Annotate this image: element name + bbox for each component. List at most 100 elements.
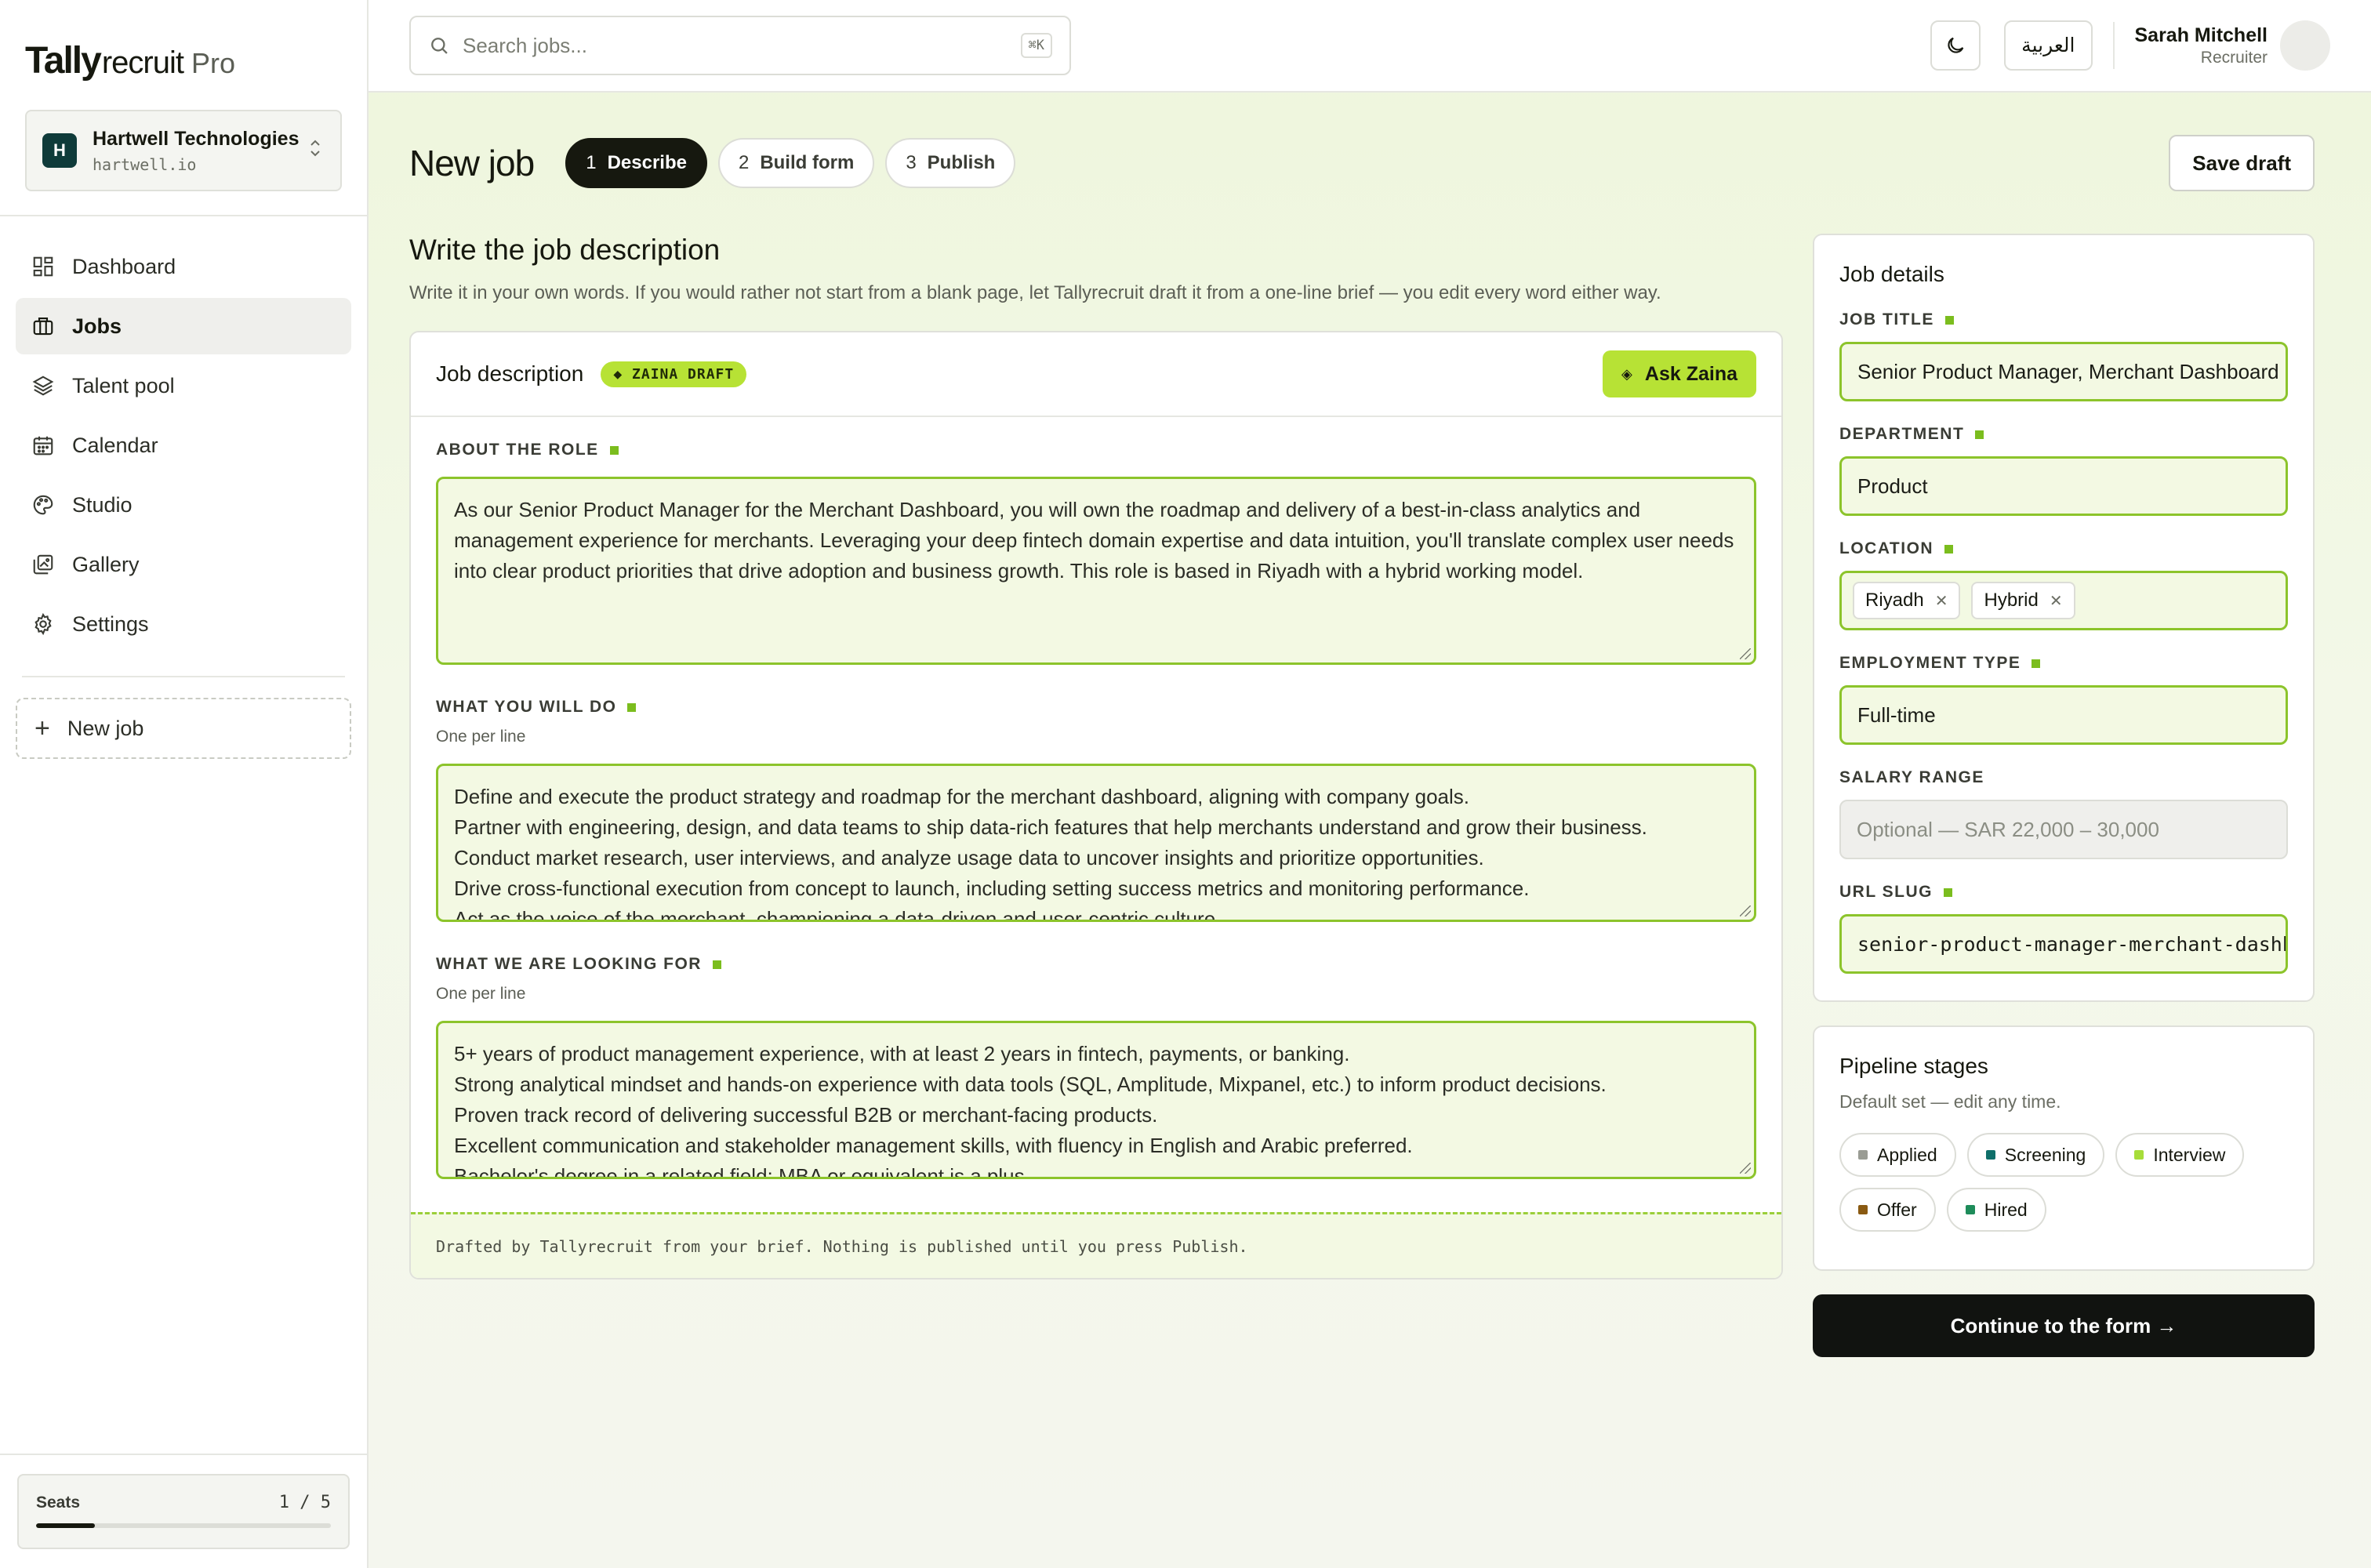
section-title: Write the job description — [409, 234, 721, 266]
sidebar-item-jobs[interactable]: Jobs — [16, 298, 351, 354]
about-role-textarea[interactable]: As our Senior Product Manager for the Me… — [436, 477, 1756, 665]
sidebar-item-label: Dashboard — [72, 254, 176, 278]
palette-icon — [33, 495, 53, 515]
ask-zaina-label: Ask Zaina — [1644, 362, 1737, 385]
gear-icon — [34, 612, 52, 636]
brand-name-part2: recruit — [101, 45, 184, 80]
what-you-will-do-label-text: WHAT YOU WILL DO — [436, 698, 617, 716]
stage-dot — [1858, 1205, 1868, 1214]
stage-chip-interview[interactable]: Interview — [2115, 1133, 2245, 1177]
sidebar-item-talent-pool[interactable]: Talent pool — [16, 358, 351, 414]
sidebar-item-settings[interactable]: Settings — [16, 596, 351, 652]
sidebar-item-label: Studio — [72, 492, 133, 517]
close-icon[interactable]: ✕ — [1935, 591, 1948, 611]
topbar-divider — [2112, 22, 2115, 69]
stage-label: Offer — [1877, 1199, 1917, 1220]
looking-for-label-text: WHAT WE ARE LOOKING FOR — [436, 955, 702, 973]
required-marker — [1975, 430, 1984, 439]
step-describe[interactable]: 1 Describe — [565, 138, 707, 188]
sidebar-item-gallery[interactable]: Gallery — [16, 536, 351, 593]
search-placeholder: Search jobs... — [463, 33, 587, 57]
salary-range-label-text: SALARY RANGE — [1839, 768, 1984, 786]
text-line: Act as the voice of the merchant, champi… — [454, 907, 1222, 922]
brand-logo[interactable]: Tally recruit Pro — [0, 0, 367, 105]
required-marker — [712, 960, 721, 969]
page-title: New job — [409, 143, 535, 183]
what-you-will-do-textarea[interactable]: Define and execute the product strategy … — [436, 764, 1756, 922]
location-chip: Riyadh ✕ — [1853, 582, 1961, 619]
user-info[interactable]: Sarah Mitchell Recruiter — [2135, 24, 2268, 67]
stage-label: Applied — [1877, 1144, 1937, 1165]
stage-label: Hired — [1984, 1199, 2028, 1220]
pipeline-title: Pipeline stages — [1839, 1054, 1988, 1078]
stage-label: Screening — [2004, 1144, 2086, 1165]
employment-type-label: EMPLOYMENT TYPE — [1839, 654, 2288, 673]
sidebar-item-label: Calendar — [72, 433, 158, 457]
search-input[interactable]: Search jobs... ⌘K — [409, 16, 1071, 75]
looking-for-textarea[interactable]: 5+ years of product management experienc… — [436, 1021, 1756, 1179]
moon-icon — [1948, 37, 1964, 53]
stage-dot — [1858, 1150, 1868, 1160]
text-line: Define and execute the product strategy … — [454, 785, 1470, 808]
language-button[interactable]: العربية — [2004, 20, 2093, 71]
save-draft-button[interactable]: Save draft — [2169, 135, 2315, 191]
sidebar-item-calendar[interactable]: Calendar — [16, 417, 351, 474]
ask-zaina-button[interactable]: ◈ Ask Zaina — [1603, 350, 1756, 397]
card-title: Job description — [436, 361, 584, 386]
salary-range-label: SALARY RANGE — [1839, 768, 2288, 787]
seats-section: Seats 1 / 5 — [0, 1454, 367, 1568]
required-marker — [1944, 544, 1954, 554]
stage-chip-offer[interactable]: Offer — [1839, 1188, 1936, 1232]
stage-chip-applied[interactable]: Applied — [1839, 1133, 1956, 1177]
zaina-draft-badge: ◆ ZAINA DRAFT — [601, 361, 747, 387]
resize-handle[interactable] — [1740, 906, 1751, 916]
new-job-button[interactable]: + New job — [16, 698, 351, 759]
theme-toggle-button[interactable] — [1930, 20, 1981, 71]
chevron-updown-icon — [306, 136, 325, 165]
stage-dot — [1965, 1205, 1975, 1214]
required-marker — [2032, 659, 2041, 668]
job-title-input[interactable]: Senior Product Manager, Merchant Dashboa… — [1839, 342, 2288, 401]
one-per-line-hint: One per line — [436, 985, 526, 1003]
required-marker — [1943, 887, 1952, 897]
salary-range-input[interactable]: Optional — SAR 22,000 – 30,000 — [1839, 800, 2288, 859]
org-name: Hartwell Technologies — [93, 127, 300, 150]
step-number: 2 — [738, 152, 750, 173]
seats-progress-fill — [36, 1523, 96, 1528]
employment-type-select[interactable]: Full-time — [1839, 685, 2288, 745]
job-details-title: Job details — [1839, 262, 1944, 286]
sidebar-item-label: Talent pool — [72, 373, 175, 397]
url-slug-input[interactable]: senior-product-manager-merchant-dashboar… — [1839, 914, 2288, 974]
employment-type-label-text: EMPLOYMENT TYPE — [1839, 654, 2021, 672]
job-details-card: Job details JOB TITLE Senior Product Man… — [1813, 234, 2315, 1002]
job-description-card: Job description ◆ ZAINA DRAFT ◈ Ask Zain… — [409, 331, 1783, 1279]
sidebar-item-dashboard[interactable]: Dashboard — [16, 238, 351, 295]
avatar[interactable] — [2280, 20, 2330, 71]
location-chip: Hybrid ✕ — [1971, 582, 2075, 619]
seats-total: 5 — [320, 1493, 331, 1512]
job-title-label-text: JOB TITLE — [1839, 310, 1934, 328]
new-job-label: New job — [67, 716, 144, 740]
resize-handle[interactable] — [1740, 1163, 1751, 1174]
step-label: Publish — [927, 152, 996, 173]
text-line: Strong analytical mindset and hands-on e… — [454, 1073, 1607, 1096]
required-marker — [627, 702, 637, 712]
stage-chip-screening[interactable]: Screening — [1966, 1133, 2105, 1177]
text-line: Bachelor's degree in a related field; MB… — [454, 1164, 1030, 1179]
location-tag-input[interactable]: Riyadh ✕ Hybrid ✕ — [1839, 571, 2288, 630]
department-input[interactable]: Product — [1839, 456, 2288, 516]
grid-icon — [33, 256, 53, 277]
continue-to-form-button[interactable]: Continue to the form → — [1813, 1294, 2315, 1357]
looking-for-label: WHAT WE ARE LOOKING FOR — [436, 955, 1756, 974]
sidebar-nav: Dashboard Jobs Talent pool Calendar Stud… — [0, 216, 367, 655]
stage-chip-hired[interactable]: Hired — [1946, 1188, 2046, 1232]
org-switcher[interactable]: H Hartwell Technologies hartwell.io — [25, 110, 342, 191]
sidebar-item-studio[interactable]: Studio — [16, 477, 351, 533]
step-build-form[interactable]: 2 Build form — [717, 138, 875, 188]
pipeline-subtitle: Default set — edit any time. — [1839, 1091, 2061, 1112]
about-role-label-text: ABOUT THE ROLE — [436, 441, 599, 459]
diamond-icon: ◈ — [1621, 365, 1632, 382]
close-icon[interactable]: ✕ — [2050, 591, 2063, 611]
resize-handle[interactable] — [1740, 648, 1751, 659]
step-publish[interactable]: 3 Publish — [885, 138, 1016, 188]
